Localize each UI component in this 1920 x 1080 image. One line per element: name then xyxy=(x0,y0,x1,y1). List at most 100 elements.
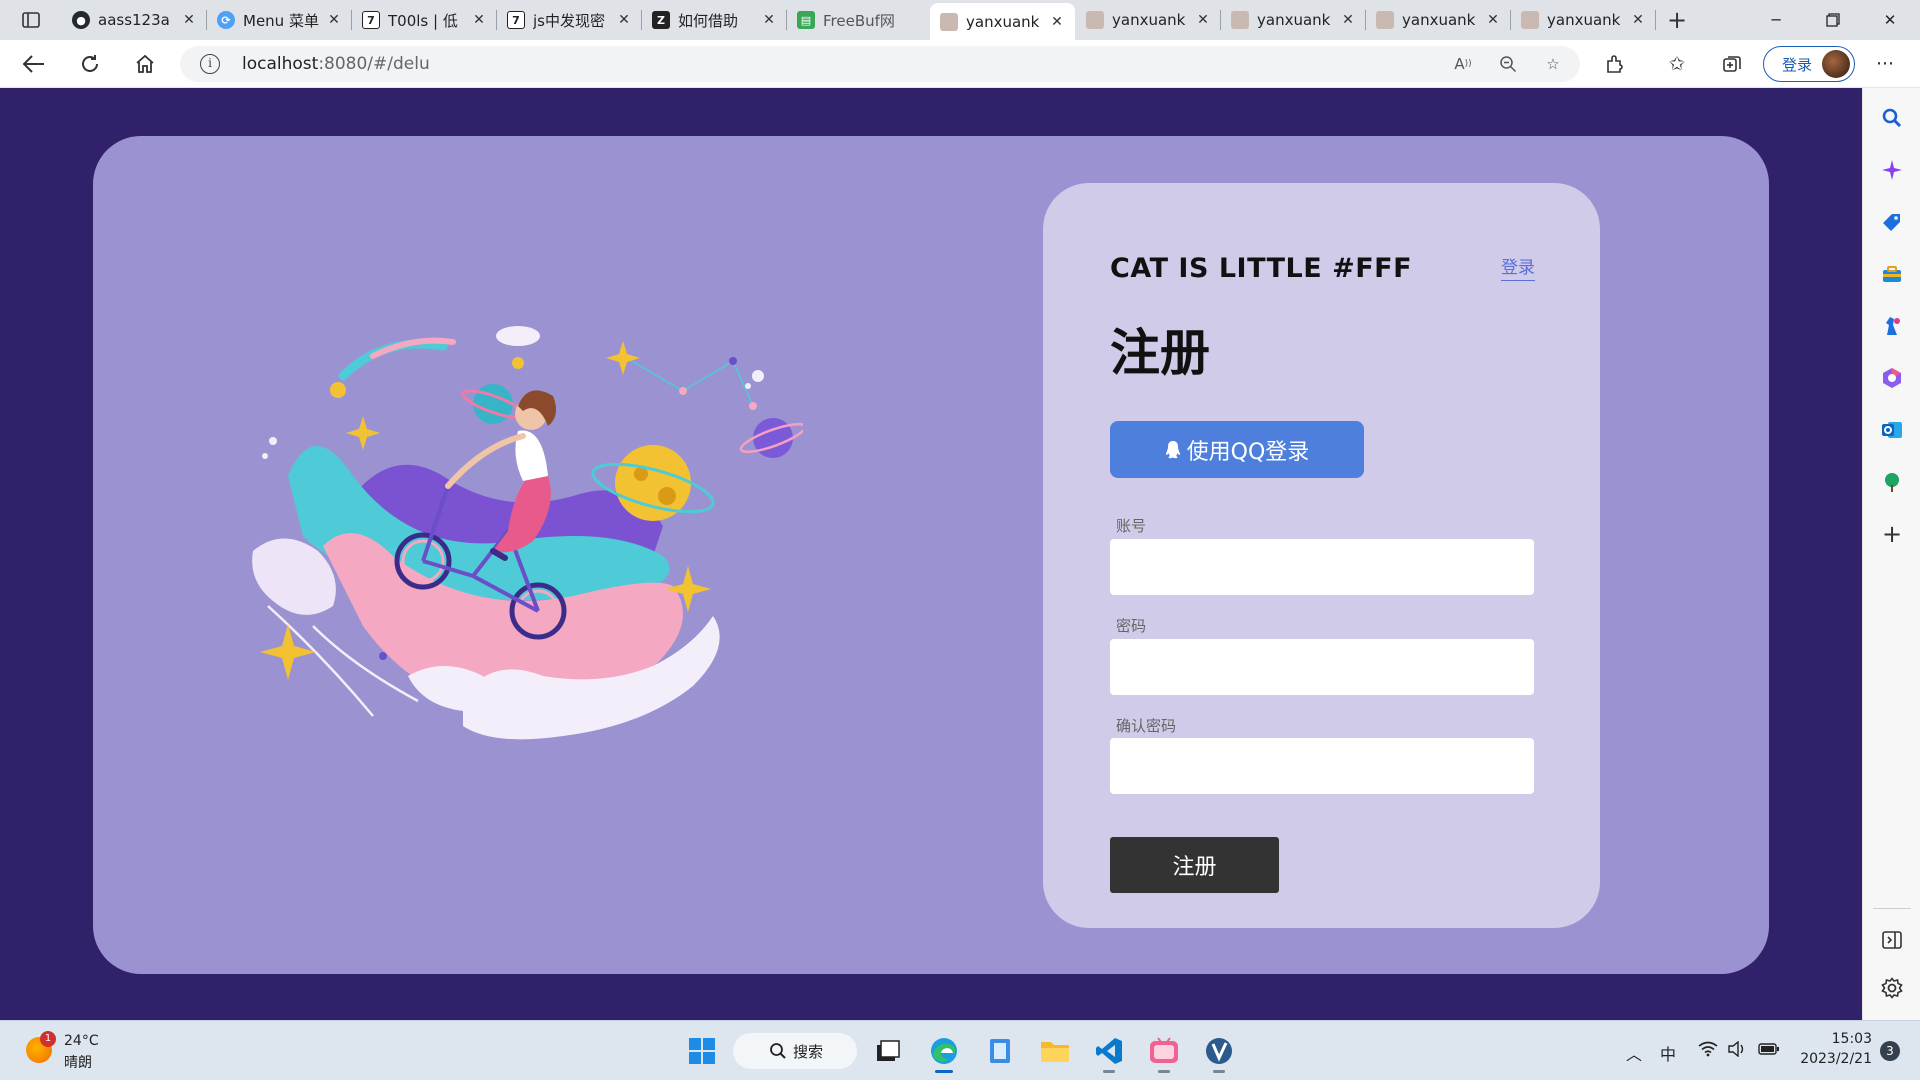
favorites-icon[interactable]: ✩ xyxy=(1660,48,1694,80)
tab-title: yanxuank xyxy=(966,12,1040,31)
close-tab-icon[interactable]: ✕ xyxy=(616,12,632,28)
tab-title: 如何借助 xyxy=(678,11,739,30)
office-icon[interactable] xyxy=(1878,364,1906,392)
copilot-icon[interactable] xyxy=(1878,156,1906,184)
clock-time[interactable]: 15:03 xyxy=(1800,1031,1872,1047)
url-path: :8080/#/delu xyxy=(318,54,430,74)
show-hidden-icons-icon[interactable]: ︿ xyxy=(1626,1041,1642,1065)
tab-title: Menu 菜单 xyxy=(243,11,319,30)
password-input[interactable] xyxy=(1110,639,1534,695)
bilibili-icon[interactable] xyxy=(1144,1031,1184,1073)
tab-6[interactable]: yanxuank ✕ xyxy=(930,3,1075,40)
tab-title: yanxuank xyxy=(1547,11,1621,29)
close-tab-icon[interactable]: ✕ xyxy=(1340,12,1356,28)
profile-login-button[interactable]: 登录 xyxy=(1763,46,1855,82)
ime-indicator[interactable]: 中 xyxy=(1660,1041,1676,1065)
split-screen-icon[interactable] xyxy=(1878,926,1906,954)
shopping-tag-icon[interactable] xyxy=(1878,208,1906,236)
toolbox-icon[interactable] xyxy=(1878,260,1906,288)
close-tab-icon[interactable]: ✕ xyxy=(1195,12,1211,28)
task-view-icon[interactable] xyxy=(868,1031,908,1071)
close-tab-icon[interactable]: ✕ xyxy=(761,12,777,28)
vscode-icon[interactable] xyxy=(1089,1031,1129,1073)
tab-9[interactable]: yanxuank ✕ xyxy=(1366,3,1511,37)
notification-badge[interactable]: 3 xyxy=(1880,1041,1900,1061)
collections-icon[interactable] xyxy=(1715,48,1749,80)
home-icon[interactable] xyxy=(127,48,163,80)
qq-login-button[interactable]: 使用QQ登录 xyxy=(1110,421,1364,478)
minimize-icon[interactable]: ─ xyxy=(1748,0,1804,40)
tab-2[interactable]: 7 T00ls | 低 ✕ xyxy=(352,3,497,37)
vmware-icon[interactable] xyxy=(1199,1031,1239,1073)
close-tab-icon[interactable]: ✕ xyxy=(471,12,487,28)
tab-0[interactable]: ● aass123a ✕ xyxy=(62,3,207,37)
new-tab-icon[interactable]: + xyxy=(1660,6,1694,34)
back-icon[interactable] xyxy=(16,48,52,80)
clock-date[interactable]: 2023/2/21 xyxy=(1790,1051,1872,1067)
tab-3[interactable]: 7 js中发现密 ✕ xyxy=(497,3,642,37)
tab-strip: ● aass123a ✕ ⟳ Menu 菜单 ✕ 7 T00ls | 低 ✕ 7… xyxy=(0,0,1920,40)
tab-title: FreeBuf网 xyxy=(823,11,895,30)
tab-title: T00ls | 低 xyxy=(388,11,458,30)
tab-5[interactable]: ▤ FreeBuf网 xyxy=(787,3,932,37)
t00ls-icon: 7 xyxy=(507,11,525,29)
account-label: 账号 xyxy=(1116,517,1147,535)
tab-actions-icon[interactable] xyxy=(14,6,48,34)
add-favorite-icon[interactable]: ☆ xyxy=(1542,54,1564,74)
taskbar-search[interactable]: 搜索 xyxy=(733,1033,857,1069)
weather-widget[interactable]: 1 24°C 晴朗 xyxy=(26,1031,166,1071)
site-info-icon[interactable]: i xyxy=(200,54,220,74)
login-link[interactable]: 登录 xyxy=(1501,253,1535,281)
volume-icon[interactable] xyxy=(1728,1040,1746,1061)
restore-icon[interactable] xyxy=(1805,0,1861,40)
tab-7[interactable]: yanxuank ✕ xyxy=(1076,3,1221,37)
url-text[interactable]: localhost:8080/#/delu xyxy=(242,54,430,74)
battery-icon[interactable] xyxy=(1758,1041,1780,1060)
weather-condition: 晴朗 xyxy=(64,1055,92,1071)
close-tab-icon[interactable]: ✕ xyxy=(326,12,342,28)
extensions-icon[interactable] xyxy=(1598,48,1632,80)
url-host: localhost xyxy=(242,54,319,74)
tab-4[interactable]: Z 如何借助 ✕ xyxy=(642,3,787,37)
taskbar: 1 24°C 晴朗 搜索 ︿ 中 15:03 2023/2/21 3 xyxy=(0,1020,1920,1080)
confirm-password-input[interactable] xyxy=(1110,738,1534,794)
zhihu-style-icon: Z xyxy=(652,11,670,29)
outlook-icon[interactable] xyxy=(1878,416,1906,444)
tab-separator xyxy=(1655,10,1656,30)
notepad-icon[interactable] xyxy=(980,1031,1020,1071)
zoom-icon[interactable] xyxy=(1497,54,1519,74)
github-icon: ● xyxy=(72,11,90,29)
close-tab-icon[interactable]: ✕ xyxy=(1485,12,1501,28)
address-bar: i localhost:8080/#/delu A)) ☆ ✩ 登录 ··· xyxy=(0,40,1920,88)
file-explorer-icon[interactable] xyxy=(1035,1031,1075,1071)
settings-icon[interactable] xyxy=(1878,974,1906,1002)
games-icon[interactable] xyxy=(1878,312,1906,340)
avatar-favicon xyxy=(940,12,958,31)
url-field[interactable]: i localhost:8080/#/delu A)) ☆ xyxy=(180,46,1580,82)
more-menu-icon[interactable]: ··· xyxy=(1868,48,1902,80)
close-tab-icon[interactable]: ✕ xyxy=(1049,14,1065,30)
search-icon[interactable] xyxy=(1878,104,1906,132)
windows-start-icon[interactable] xyxy=(682,1031,722,1071)
tab-title: yanxuank xyxy=(1112,11,1186,29)
avatar-favicon xyxy=(1376,11,1394,29)
tab-1[interactable]: ⟳ Menu 菜单 ✕ xyxy=(207,3,352,37)
refresh-icon[interactable] xyxy=(72,48,108,80)
edge-icon[interactable] xyxy=(924,1031,964,1073)
avatar xyxy=(1822,50,1850,78)
running-indicator xyxy=(935,1070,953,1073)
account-input[interactable] xyxy=(1110,539,1534,595)
read-aloud-icon[interactable]: A)) xyxy=(1452,54,1474,74)
register-button[interactable]: 注册 xyxy=(1110,837,1279,893)
tab-title: aass123a xyxy=(98,11,170,29)
element-ui-icon: ⟳ xyxy=(217,11,235,29)
password-label: 密码 xyxy=(1116,617,1147,635)
tab-8[interactable]: yanxuank ✕ xyxy=(1221,3,1366,37)
close-window-icon[interactable]: ✕ xyxy=(1862,0,1918,40)
tree-icon[interactable] xyxy=(1878,468,1906,496)
add-icon[interactable]: + xyxy=(1878,520,1906,548)
tab-10[interactable]: yanxuank ✕ xyxy=(1511,3,1656,37)
close-tab-icon[interactable]: ✕ xyxy=(1630,12,1646,28)
wifi-icon[interactable] xyxy=(1698,1041,1718,1061)
close-tab-icon[interactable]: ✕ xyxy=(181,12,197,28)
